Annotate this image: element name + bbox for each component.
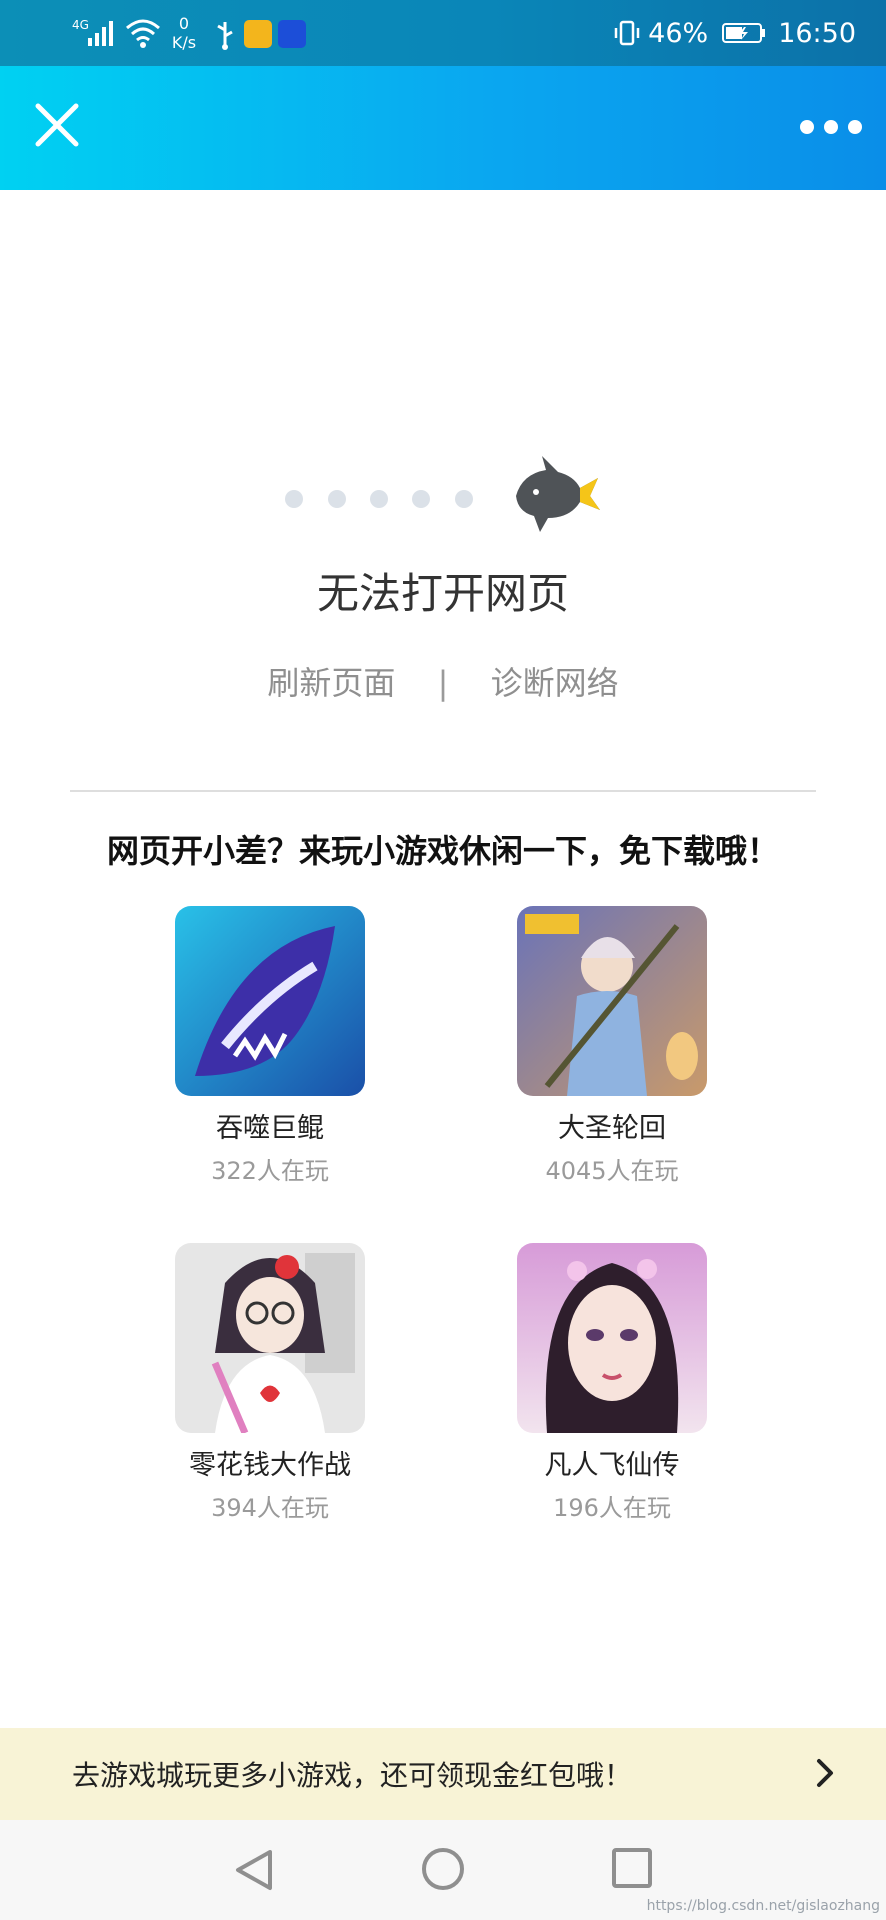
game-name: 吞噬巨鲲 [216, 1113, 324, 1144]
game-card-1[interactable]: 大圣轮回 4045人在玩 [482, 906, 742, 1186]
game-center-banner[interactable]: 去游戏城玩更多小游戏，还可领现金红包哦！ [0, 1728, 886, 1820]
loading-dot [370, 490, 388, 508]
vibrate-icon [614, 20, 640, 46]
battery-icon [722, 23, 766, 43]
game-name: 大圣轮回 [558, 1113, 666, 1144]
watermark: https://blog.csdn.net/gislaozhang [646, 1898, 880, 1914]
close-icon[interactable] [32, 100, 82, 150]
game-card-0[interactable]: 吞噬巨鲲 322人在玩 [140, 906, 400, 1186]
usb-icon [217, 22, 233, 50]
game-thumbnail[interactable] [175, 1243, 365, 1433]
game-thumbnail[interactable] [517, 1243, 707, 1433]
net-speed-value: 0 [178, 14, 190, 33]
more-dot [800, 120, 814, 134]
chevron-right-icon [817, 1759, 833, 1787]
error-actions: 刷新页面 | 诊断网络 [0, 658, 886, 704]
game-image [517, 1243, 707, 1433]
more-dot [848, 120, 862, 134]
game-thumbnail[interactable] [517, 906, 707, 1096]
home-icon[interactable] [422, 1848, 464, 1890]
game-players: 196人在玩 [553, 1494, 671, 1522]
game-card-3[interactable]: 凡人飞仙传 196人在玩 [482, 1243, 742, 1523]
game-image [175, 906, 365, 1096]
loading-dot [285, 490, 303, 508]
status-bar-right: 46% 16:50 [612, 10, 856, 56]
net-speed-unit: K/s [171, 33, 197, 52]
game-thumbnail[interactable] [175, 906, 365, 1096]
back-icon[interactable] [234, 1848, 274, 1892]
game-image [175, 1243, 365, 1433]
loading-dot [412, 490, 430, 508]
game-players: 322人在玩 [211, 1157, 329, 1185]
clock: 16:50 [778, 17, 856, 49]
battery-percent: 46% [648, 17, 709, 49]
diagnose-network-link[interactable]: 诊断网络 [491, 664, 619, 702]
banner-text: 去游戏城玩更多小游戏，还可领现金红包哦！ [72, 1759, 633, 1792]
game-name: 凡人飞仙传 [544, 1450, 680, 1481]
loading-dot [455, 490, 473, 508]
mail-notification-icon [244, 20, 272, 48]
action-separator: | [437, 664, 449, 702]
divider [70, 790, 816, 792]
signal-icon [88, 21, 113, 46]
game-players: 394人在玩 [211, 1494, 329, 1522]
net-speed: 0 K/s [166, 14, 202, 52]
game-name: 零花钱大作战 [189, 1450, 351, 1481]
promo-title: 网页开小差？来玩小游戏休闲一下，免下载哦！ [106, 832, 779, 870]
more-options-icon[interactable] [800, 110, 862, 144]
loading-dot [328, 490, 346, 508]
game-image [517, 906, 707, 1096]
bird-icon [516, 456, 600, 532]
wifi-icon [126, 19, 160, 48]
refresh-page-link[interactable]: 刷新页面 [267, 664, 395, 702]
status-bar: 4G 0 K/s 46% 16:50 [0, 0, 886, 66]
game-players: 4045人在玩 [545, 1157, 679, 1185]
error-title: 无法打开网页 [316, 569, 569, 618]
app-header [0, 66, 886, 190]
system-nav-bar: https://blog.csdn.net/gislaozhang [0, 1820, 886, 1920]
game-card-2[interactable]: 零花钱大作战 394人在玩 [140, 1243, 400, 1523]
loading-illustration [280, 456, 610, 536]
recent-apps-icon[interactable] [612, 1848, 652, 1888]
app-notification-icon [278, 20, 306, 48]
more-dot [824, 120, 838, 134]
